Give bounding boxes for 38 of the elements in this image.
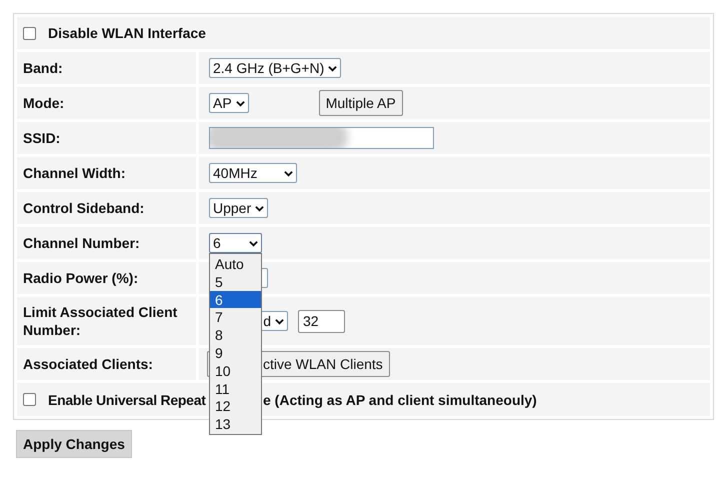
chevron-icon <box>236 100 245 106</box>
field-label: Band: <box>23 59 63 77</box>
checkbox-label: Enable Universal Repeat <box>48 390 206 408</box>
field-label: Limit Associated Client Number: <box>23 303 178 339</box>
dropdown-select[interactable]: Upper <box>209 198 268 218</box>
checkbox-label: e (Acting as AP and client simultaneouly) <box>263 390 537 408</box>
dropdown-select[interactable]: AP <box>209 93 249 113</box>
field-label: Associated Clients: <box>23 355 153 373</box>
chevron-icon <box>284 170 293 176</box>
chevron-icon <box>328 64 338 72</box>
checkbox-label: Disable WLAN Interface <box>48 24 206 42</box>
field-label: Radio Power (%): <box>23 269 138 287</box>
apply-changes-button[interactable]: Apply Changes <box>16 430 132 458</box>
dropdown-option[interactable]: 5 <box>210 272 261 291</box>
chevron-icon <box>275 318 284 324</box>
checkbox[interactable] <box>23 393 36 406</box>
field-label: Control Sideband: <box>23 199 144 217</box>
ssid-field[interactable] <box>209 127 434 149</box>
field-label: Channel Width: <box>23 164 126 182</box>
dropdown-select[interactable]: 40MHz <box>209 163 297 183</box>
dropdown-option[interactable]: 11 <box>210 380 261 398</box>
dropdown-select[interactable]: 2.4 GHz (B+G+N) <box>209 58 342 78</box>
dropdown-option[interactable]: 12 <box>210 397 261 416</box>
dropdown-option[interactable]: Auto <box>210 255 261 273</box>
field-label: Mode: <box>23 94 64 112</box>
field-label: Channel Number: <box>23 234 140 252</box>
dropdown-option[interactable]: 13 <box>210 415 261 433</box>
dropdown-option[interactable]: 10 <box>210 362 261 380</box>
multiple-ap-button[interactable]: Multiple AP <box>318 90 403 116</box>
input-field[interactable]: 32 <box>298 310 345 332</box>
dropdown-select[interactable]: 6 <box>209 233 262 253</box>
chevron-icon <box>255 204 264 212</box>
checkbox[interactable] <box>23 26 36 40</box>
dropdown-option[interactable]: 6 <box>210 290 261 308</box>
dropdown-option[interactable]: 8 <box>210 326 261 344</box>
dropdown-option[interactable]: 7 <box>210 308 261 326</box>
chevron-icon <box>249 240 258 246</box>
field-label: SSID: <box>23 129 60 147</box>
